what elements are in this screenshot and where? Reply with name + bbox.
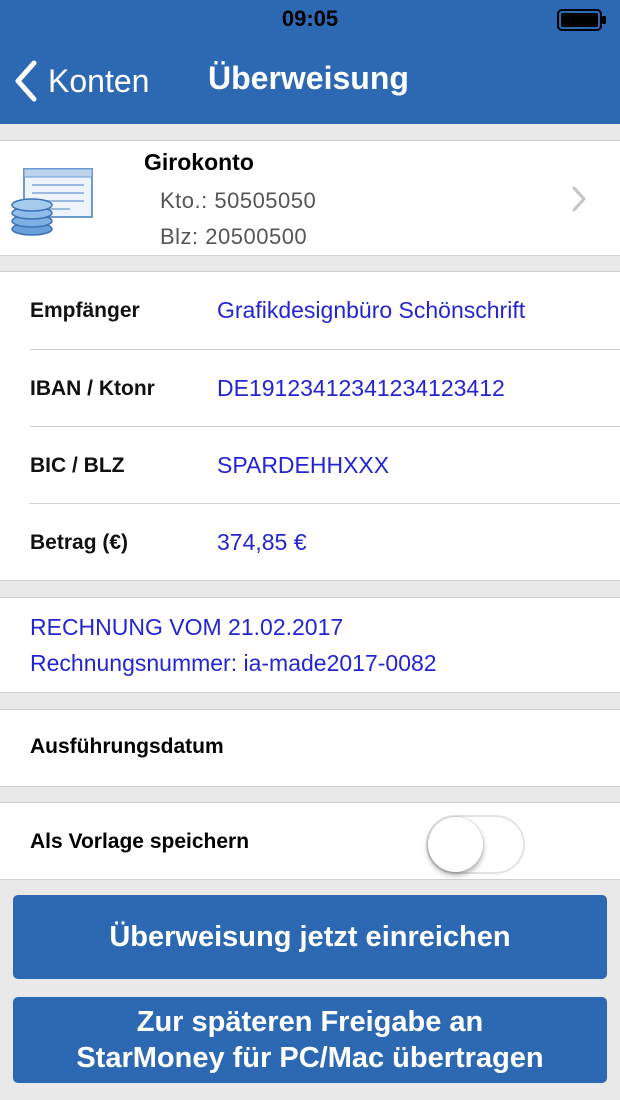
save-template-row: Als Vorlage speichern — [0, 802, 620, 880]
bic-label: BIC / BLZ — [30, 453, 125, 477]
purpose-line-2: Rechnungsnummer: ia-made2017-0082 — [30, 650, 437, 676]
amount-value[interactable]: 374,85 € — [217, 529, 307, 556]
bic-value[interactable]: SPARDEHHXXX — [217, 452, 389, 479]
bic-row[interactable]: BIC / BLZ SPARDEHHXXX — [0, 427, 620, 504]
chevron-right-icon — [572, 186, 586, 212]
battery-full-icon — [557, 9, 606, 31]
recipient-value[interactable]: Grafikdesignbüro Schönschrift — [217, 297, 525, 324]
save-template-label: Als Vorlage speichern — [30, 830, 250, 853]
back-button[interactable]: Konten — [12, 58, 149, 104]
transfer-to-starmoney-button[interactable]: Zur späteren Freigabe an StarMoney für P… — [13, 997, 607, 1083]
toggle-knob — [428, 817, 483, 872]
top-bar: 09:05 Konten Überweisung — [0, 0, 620, 124]
iban-value[interactable]: DE19123412341234123412 — [217, 375, 505, 402]
amount-label: Betrag (€) — [30, 530, 129, 554]
recipient-label: Empfänger — [30, 298, 140, 322]
back-label: Konten — [48, 62, 150, 99]
later-label-line-1: Zur späteren Freigabe an — [136, 1006, 484, 1038]
status-time: 09:05 — [281, 6, 339, 31]
account-stack-icon — [11, 168, 93, 236]
submit-transfer-label: Überweisung jetzt einreichen — [109, 921, 511, 953]
bank-code: Blz: 20500500 — [160, 224, 308, 249]
execution-date-label: Ausführungsdatum — [30, 735, 224, 758]
transfer-fields: Empfänger Grafikdesignbüro Schönschrift … — [0, 271, 620, 581]
account-number: Kto.: 50505050 — [160, 188, 317, 213]
amount-row[interactable]: Betrag (€) 374,85 € — [0, 504, 620, 581]
page-title: Überweisung — [208, 60, 409, 96]
iban-label: IBAN / Ktonr — [30, 376, 155, 400]
save-template-toggle[interactable] — [426, 815, 525, 874]
purpose-field[interactable]: RECHNUNG VOM 21.02.2017 Rechnungsnummer:… — [0, 597, 620, 693]
account-selector[interactable]: Girokonto Kto.: 50505050 Blz: 20500500 — [0, 140, 620, 256]
account-name: Girokonto — [144, 149, 254, 175]
chevron-left-icon — [15, 60, 37, 102]
purpose-line-1: RECHNUNG VOM 21.02.2017 — [30, 614, 344, 640]
later-label-line-2: StarMoney für PC/Mac übertragen — [76, 1042, 544, 1074]
iban-row[interactable]: IBAN / Ktonr DE19123412341234123412 — [0, 350, 620, 427]
recipient-row[interactable]: Empfänger Grafikdesignbüro Schönschrift — [0, 272, 620, 349]
submit-transfer-button[interactable]: Überweisung jetzt einreichen — [13, 895, 607, 979]
execution-date-row[interactable]: Ausführungsdatum — [0, 709, 620, 787]
